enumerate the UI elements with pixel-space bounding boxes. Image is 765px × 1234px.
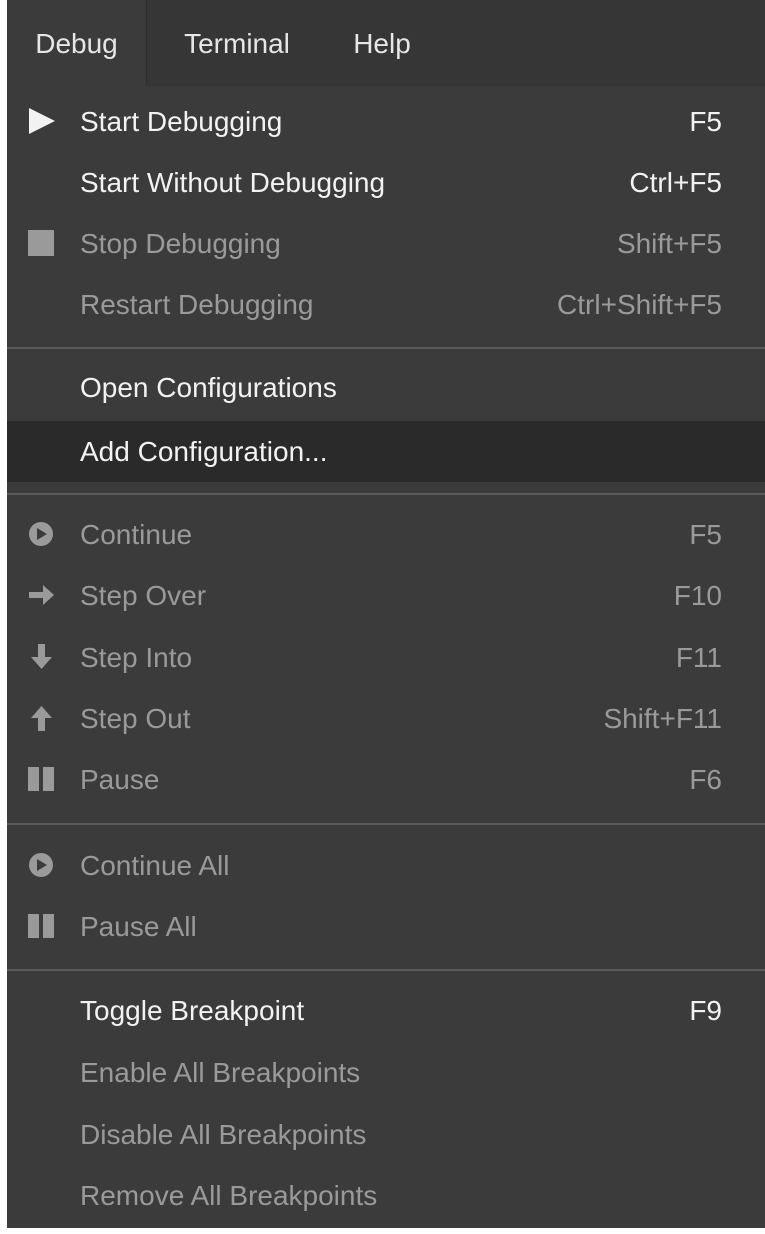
menu-separator	[7, 493, 765, 495]
menu-item-disable-all-breakpoints[interactable]: Disable All Breakpoints	[7, 1104, 765, 1165]
menu-separator	[7, 823, 765, 825]
arrow-down-icon	[27, 627, 57, 688]
menu-item-label: Toggle Breakpoint	[80, 995, 305, 1026]
menu-item-shortcut: F9	[689, 995, 722, 1026]
menu-item-label: Continue All	[80, 850, 230, 881]
menu-item-label: Restart Debugging	[80, 289, 314, 320]
menu-item-enable-all-breakpoints[interactable]: Enable All Breakpoints	[7, 1042, 765, 1103]
menubar: Debug Terminal Help	[7, 0, 765, 86]
pause-icon	[27, 896, 57, 957]
menu-item-shortcut: Shift+F5	[616, 228, 722, 259]
menu-item-step-over[interactable]: Step Over F10	[7, 565, 765, 626]
play-icon	[27, 91, 57, 152]
menu-item-label: Step Out	[80, 703, 191, 734]
menu-item-pause-all[interactable]: Pause All	[7, 896, 765, 957]
menu-item-label: Open Configurations	[80, 372, 337, 403]
menu-item-label: Stop Debugging	[80, 228, 281, 259]
menu-item-label: Start Without Debugging	[80, 167, 386, 198]
menu-item-shortcut: F6	[689, 764, 722, 795]
menu-item-shortcut: F10	[673, 580, 722, 611]
arrow-right-icon	[27, 565, 57, 626]
menu-item-shortcut: F5	[689, 519, 722, 550]
arrow-up-icon	[27, 688, 57, 749]
menu-separator	[7, 969, 765, 971]
menu-item-add-configuration[interactable]: Add Configuration...	[7, 421, 765, 482]
menubar-tab-terminal[interactable]: Terminal	[157, 0, 317, 86]
menu-item-step-out[interactable]: Step Out Shift+F11	[7, 688, 765, 749]
menu-item-shortcut: F11	[675, 642, 722, 673]
menu-item-shortcut: Ctrl+F5	[629, 167, 722, 198]
stop-icon	[27, 213, 57, 274]
menu-item-label: Start Debugging	[80, 106, 283, 137]
menu-separator	[7, 347, 765, 349]
menu-item-pause[interactable]: Pause F6	[7, 749, 765, 810]
menubar-tab-debug[interactable]: Debug	[7, 0, 147, 86]
menu-item-continue[interactable]: Continue F5	[7, 504, 765, 565]
continue-icon	[27, 835, 57, 896]
menu-item-stop-debugging[interactable]: Stop Debugging Shift+F5	[7, 213, 765, 274]
menu-item-label: Pause	[80, 764, 160, 795]
menu-item-shortcut: F5	[689, 106, 722, 137]
menu-item-continue-all[interactable]: Continue All	[7, 835, 765, 896]
menu-item-start-debugging[interactable]: Start Debugging F5	[7, 91, 765, 152]
menu-item-start-without-debugging[interactable]: Start Without Debugging Ctrl+F5	[7, 152, 765, 213]
menu-item-restart-debugging[interactable]: Restart Debugging Ctrl+Shift+F5	[7, 274, 765, 335]
menu-item-open-configurations[interactable]: Open Configurations	[7, 357, 765, 418]
menu-item-step-into[interactable]: Step Into F11	[7, 627, 765, 688]
continue-icon	[27, 504, 57, 565]
menu-item-shortcut: Shift+F11	[603, 703, 722, 734]
menu-item-label: Add Configuration...	[80, 436, 328, 467]
menu-item-label: Disable All Breakpoints	[80, 1119, 367, 1150]
menu-item-label: Pause All	[80, 911, 197, 942]
menu-item-remove-all-breakpoints[interactable]: Remove All Breakpoints	[7, 1165, 765, 1226]
debug-menu-screen: Debug Terminal Help Start Debugging F5 Sta…	[7, 0, 765, 1228]
menu-item-label: Continue	[80, 519, 193, 550]
menu-item-label: Step Into	[80, 642, 193, 673]
menu-item-label: Step Over	[80, 580, 207, 611]
menu-item-shortcut: Ctrl+Shift+F5	[557, 289, 722, 320]
pause-icon	[27, 749, 57, 810]
menu-item-label: Remove All Breakpoints	[80, 1180, 378, 1211]
menubar-tab-help[interactable]: Help	[332, 0, 432, 86]
menu-item-toggle-breakpoint[interactable]: Toggle Breakpoint F9	[7, 980, 765, 1041]
menu-item-label: Enable All Breakpoints	[80, 1057, 361, 1088]
